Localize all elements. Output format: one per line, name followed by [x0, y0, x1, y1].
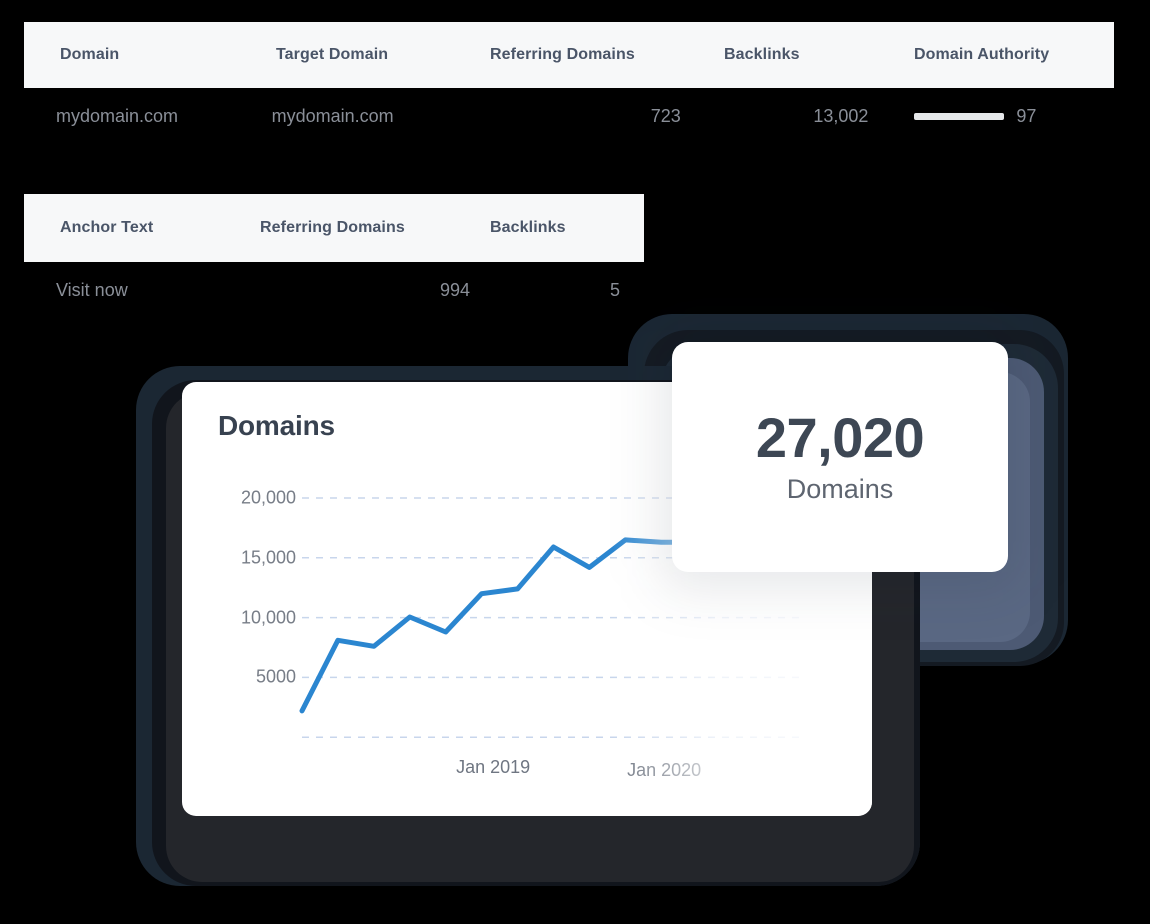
cell-domain: mydomain.com [56, 106, 272, 127]
cell-anchor-backlinks: 5 [470, 280, 620, 301]
cell-referring-domains: 723 [485, 106, 681, 127]
domain-authority-progress-bar [914, 113, 1004, 120]
domains-table-header-row: Domain Target Domain Referring Domains B… [24, 22, 1114, 88]
cell-domain-authority: 97 [868, 106, 1114, 127]
anchors-table: Anchor Text Referring Domains Backlinks … [24, 194, 644, 318]
cell-backlinks: 13,002 [681, 106, 869, 127]
column-header-referring-domains[interactable]: Referring Domains [490, 46, 724, 64]
cell-target-domain: mydomain.com [272, 106, 486, 127]
anchors-table-header-row: Anchor Text Referring Domains Backlinks [24, 194, 644, 262]
domains-table: Domain Target Domain Referring Domains B… [24, 22, 1114, 144]
domain-authority-value: 97 [1016, 106, 1036, 127]
chart-y-tick-label: 10,000 [241, 607, 296, 628]
column-header-domain[interactable]: Domain [60, 46, 276, 64]
column-header-anchor-text[interactable]: Anchor Text [60, 219, 260, 237]
column-header-anchor-backlinks[interactable]: Backlinks [490, 219, 620, 237]
domains-stat-card: 27,020 Domains [672, 342, 1008, 572]
table-row[interactable]: mydomain.com mydomain.com 723 13,002 97 [24, 88, 1114, 144]
chart-y-tick-label: 20,000 [241, 488, 296, 509]
column-header-domain-authority[interactable]: Domain Authority [914, 46, 1104, 64]
stat-card-value: 27,020 [756, 409, 924, 468]
table-row[interactable]: Visit now 994 5 [24, 262, 644, 318]
stat-card-label: Domains [787, 474, 894, 505]
chart-x-tick-label: Jan 2020 [627, 760, 701, 781]
column-header-backlinks[interactable]: Backlinks [724, 46, 914, 64]
chart-y-axis: 20,000 15,000 10,000 5000 [208, 382, 296, 816]
cell-anchor-text: Visit now [56, 280, 256, 301]
chart-x-tick-label: Jan 2019 [456, 757, 530, 778]
cell-anchor-referring-domains: 994 [256, 280, 470, 301]
column-header-target-domain[interactable]: Target Domain [276, 46, 490, 64]
chart-y-tick-label: 15,000 [241, 547, 296, 568]
screenshot-stage: Domain Target Domain Referring Domains B… [0, 0, 1150, 924]
column-header-anchor-referring-domains[interactable]: Referring Domains [260, 219, 490, 237]
chart-y-tick-label: 5000 [256, 667, 296, 688]
